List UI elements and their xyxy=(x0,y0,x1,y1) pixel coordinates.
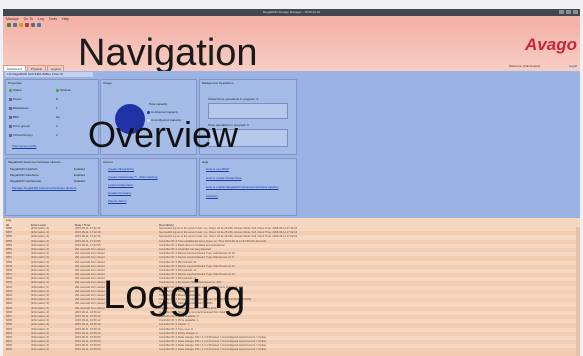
group-icon xyxy=(9,124,12,128)
bbu-icon xyxy=(9,115,12,119)
log-header-title: Log xyxy=(6,218,12,222)
title-bar: MegaRAID Storage Manager - 15.05.01.00 xyxy=(3,9,580,16)
property-label: Virtual Drive(s) xyxy=(13,133,33,137)
manage-advanced-options-link[interactable]: Manage MegaRAID Advanced Software Option… xyxy=(12,186,76,190)
help-panel: Help How to use MSM How to create Virtua… xyxy=(199,158,297,216)
app-window: MegaRAID Storage Manager - 15.05.01.00 M… xyxy=(3,9,580,356)
advanced-software-panel: MegaRAID Advanced Software Options MegaR… xyxy=(5,158,99,216)
window-controls xyxy=(559,10,578,14)
how-to-create-vd-link[interactable]: How to create Virtual Drive xyxy=(206,176,242,180)
navigation-region: Navigation Avago Welcome: [Full Access] … xyxy=(3,28,580,74)
property-value: No xyxy=(56,115,60,119)
log-level: [Information, 0] xyxy=(31,348,49,352)
property-label: Drive groups xyxy=(13,124,31,128)
help-icon[interactable] xyxy=(19,23,23,27)
status-value: Optimal xyxy=(60,88,71,92)
logging-region: Log ID Error Level Date / Time Descripti… xyxy=(3,218,580,356)
log-datetime: 2015-09-11, 16:56:09 xyxy=(75,348,101,352)
table-row[interactable]: 5829 [Information, 0] 2015-09-11, 16:56:09… xyxy=(3,348,580,352)
drive-icon xyxy=(9,97,12,101)
view-server-profile-link[interactable]: View server profile xyxy=(12,144,37,148)
create-cachecade-link[interactable]: Create CacheCade™ - SSD Caching xyxy=(108,175,157,179)
background-operations-title: Background Operations xyxy=(202,81,234,85)
close-button[interactable] xyxy=(573,10,578,14)
property-label: Drives xyxy=(13,97,22,101)
option-label: MegaRAID CacheCade xyxy=(10,179,42,183)
settings-icon[interactable] xyxy=(37,23,41,27)
silence-alarm-link[interactable]: Silence Alarm xyxy=(108,199,126,203)
minimize-button[interactable] xyxy=(559,10,564,14)
option-value: Enabled xyxy=(74,167,86,171)
glossary-link[interactable]: Glossary xyxy=(206,194,218,198)
logoff-link[interactable]: Logoff xyxy=(569,64,577,68)
property-row: BBU xyxy=(9,115,19,119)
property-value: 2 xyxy=(56,133,58,137)
property-row: Drive groups xyxy=(9,124,30,128)
properties-title: Properties xyxy=(8,81,22,85)
how-to-use-msm-link[interactable]: How to use MSM xyxy=(206,167,229,171)
overview-label: Overview xyxy=(88,114,239,155)
property-label: BBU xyxy=(13,115,20,119)
help-title: Help xyxy=(202,160,209,164)
option-value: Enabled xyxy=(74,179,86,183)
actions-panel: Actions Create Virtual Drive Create Cach… xyxy=(100,158,197,216)
property-row: Backplanes xyxy=(9,106,29,110)
property-label: Backplanes xyxy=(13,106,29,110)
advanced-software-title: MegaRAID Advanced Software Options xyxy=(8,160,61,164)
overview-region: LSI MegaRAID SAS 9361-8i(Bus 2,Dev 0) Pr… xyxy=(3,71,580,218)
properties-icon[interactable] xyxy=(13,23,17,27)
vd-icon xyxy=(9,133,12,137)
log-table-header: Log ID Error Level Date / Time Descripti… xyxy=(3,218,580,227)
log-description: Controller ID: 0 State change: PD = 1:1:… xyxy=(159,348,267,352)
property-value: 8 xyxy=(56,97,58,101)
property-value: 1 xyxy=(56,106,58,110)
config-icon[interactable] xyxy=(31,23,35,27)
welcome-text: Welcome: [Full Access] xyxy=(509,64,540,68)
vd-operations-text: Virtual Drive operations in progress: 0 xyxy=(208,97,259,101)
optimal-icon xyxy=(56,88,59,92)
logging-label: Logging xyxy=(103,273,246,317)
breadcrumb: LSI MegaRAID SAS 9361-8i(Bus 2,Dev 0) xyxy=(5,72,93,77)
refresh-icon[interactable] xyxy=(7,23,11,27)
status-label: Status xyxy=(13,88,22,92)
log-table-body: 5858 [Information, 0] 2015-09-11, 17:22:16… xyxy=(3,227,580,353)
log-id: 5829 xyxy=(6,348,12,352)
how-to-enable-options-link[interactable]: How to enable MegaRAID Advanced Software… xyxy=(206,185,279,189)
option-label: MegaRAID FastPath xyxy=(10,167,38,171)
usage-legend-total: Total capacity: xyxy=(149,102,169,106)
status-row: Status xyxy=(9,88,22,92)
status-ok-icon xyxy=(9,88,12,92)
log-scrollbar[interactable] xyxy=(576,227,580,356)
brand-logo: Avago xyxy=(525,35,577,54)
actions-title: Actions xyxy=(103,160,113,164)
window-title: MegaRAID Storage Manager - 15.05.01.00 xyxy=(262,10,321,14)
property-row: Drives xyxy=(9,97,22,101)
load-configuration-link[interactable]: Load Configuration xyxy=(108,183,133,187)
backplane-icon xyxy=(9,106,12,110)
navigation-label: Navigation xyxy=(78,32,258,74)
option-value: Enabled xyxy=(74,173,86,177)
status-value-row: Optimal xyxy=(56,88,70,92)
usage-title: Usage xyxy=(103,81,112,85)
create-virtual-drive-link[interactable]: Create Virtual Drive xyxy=(108,167,134,171)
update-firmware-link[interactable]: Update Firmware xyxy=(108,191,131,195)
property-row: Virtual Drive(s) xyxy=(9,133,33,137)
maximize-button[interactable] xyxy=(566,10,571,14)
option-label: MegaRAID SafeStore xyxy=(10,173,39,177)
alert-icon[interactable] xyxy=(25,23,29,27)
property-value: 2 xyxy=(56,124,58,128)
properties-panel: Properties Status Optimal Drives 8 Backp… xyxy=(5,79,99,155)
